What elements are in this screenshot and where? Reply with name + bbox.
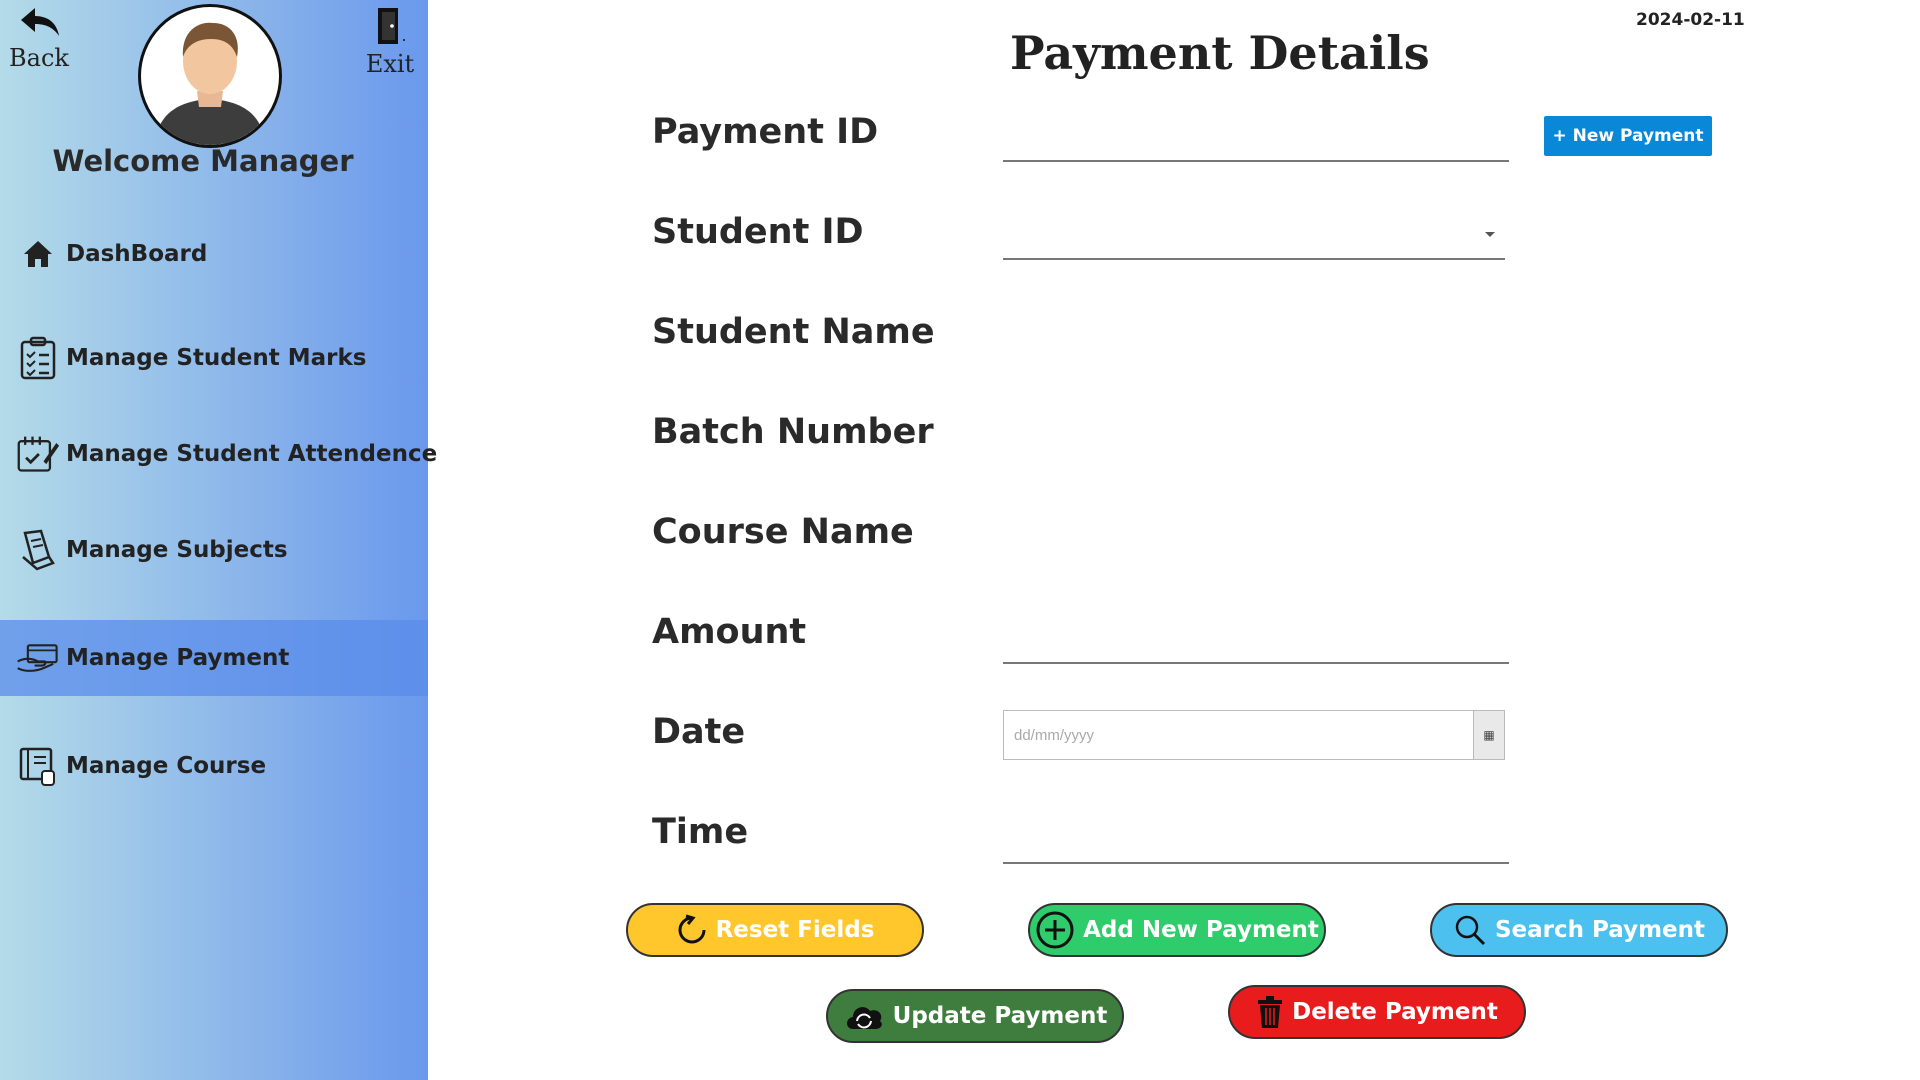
cloud-sync-icon xyxy=(843,1001,885,1031)
new-payment-button[interactable]: + New Payment xyxy=(1544,116,1712,156)
search-icon xyxy=(1453,913,1487,947)
trash-icon xyxy=(1256,995,1284,1029)
sidebar-item-payment[interactable]: Manage Payment xyxy=(0,620,428,696)
home-icon xyxy=(16,232,60,276)
payment-id-input[interactable] xyxy=(1003,114,1509,162)
hand-card-icon xyxy=(16,636,60,680)
sidebar-item-label: DashBoard xyxy=(66,241,208,267)
reset-fields-label: Reset Fields xyxy=(715,917,875,943)
delete-payment-button[interactable]: Delete Payment xyxy=(1228,985,1526,1039)
calendar-check-icon xyxy=(16,432,60,476)
chevron-down-icon xyxy=(1485,232,1495,237)
add-new-payment-label: Add New Payment xyxy=(1083,917,1319,943)
back-label: Back xyxy=(9,44,69,72)
payment-id-label: Payment ID xyxy=(652,112,879,152)
update-payment-button[interactable]: Update Payment xyxy=(826,989,1124,1043)
sidebar-item-label: Manage Payment xyxy=(66,645,290,671)
back-arrow-icon xyxy=(21,8,59,36)
update-payment-label: Update Payment xyxy=(892,1003,1108,1029)
page-title: Payment Details xyxy=(1010,26,1430,80)
sidebar-item-course[interactable]: Manage Course xyxy=(0,728,428,804)
avatar xyxy=(138,4,282,148)
sidebar: Back Exit Welcome Manager DashBoard Mana… xyxy=(0,0,437,1080)
welcome-text: Welcome Manager xyxy=(52,144,354,178)
search-payment-button[interactable]: Search Payment xyxy=(1430,903,1728,957)
calendar-icon[interactable]: ▦ xyxy=(1473,711,1504,759)
clipboard-list-icon xyxy=(16,336,60,380)
door-exit-icon xyxy=(378,8,405,44)
batch-number-label: Batch Number xyxy=(652,412,934,452)
course-book-icon xyxy=(16,744,60,788)
refresh-icon xyxy=(676,914,708,946)
date-label: Date xyxy=(652,712,746,752)
amount-label: Amount xyxy=(652,612,807,652)
back-button[interactable]: Back xyxy=(8,4,70,72)
plus-circle-icon xyxy=(1035,910,1075,950)
add-new-payment-button[interactable]: Add New Payment xyxy=(1028,903,1326,957)
delete-payment-label: Delete Payment xyxy=(1292,999,1498,1025)
sidebar-item-dashboard[interactable]: DashBoard xyxy=(0,216,428,292)
current-date: 2024-02-11 xyxy=(1636,10,1745,30)
exit-button[interactable]: Exit xyxy=(362,6,418,78)
date-input[interactable] xyxy=(1004,711,1456,759)
sidebar-item-label: Manage Subjects xyxy=(66,537,288,563)
sidebar-item-subjects[interactable]: Manage Subjects xyxy=(0,512,428,588)
sidebar-item-student-marks[interactable]: Manage Student Marks xyxy=(0,320,428,396)
book-icon xyxy=(16,528,60,572)
sidebar-item-label: Manage Student Attendence xyxy=(66,441,438,467)
student-id-label: Student ID xyxy=(652,212,864,252)
time-label: Time xyxy=(652,812,749,852)
student-id-select[interactable] xyxy=(1003,214,1505,260)
sidebar-item-label: Manage Student Marks xyxy=(66,345,367,371)
sidebar-item-student-attendence[interactable]: Manage Student Attendence xyxy=(0,416,437,492)
sidebar-item-label: Manage Course xyxy=(66,753,267,779)
exit-label: Exit xyxy=(365,50,415,78)
time-input[interactable] xyxy=(1003,816,1509,864)
date-picker: ▦ xyxy=(1003,710,1505,760)
reset-fields-button[interactable]: Reset Fields xyxy=(626,903,924,957)
course-name-label: Course Name xyxy=(652,512,914,552)
student-name-label: Student Name xyxy=(652,312,935,352)
search-payment-label: Search Payment xyxy=(1494,917,1706,943)
amount-input[interactable] xyxy=(1003,616,1509,664)
